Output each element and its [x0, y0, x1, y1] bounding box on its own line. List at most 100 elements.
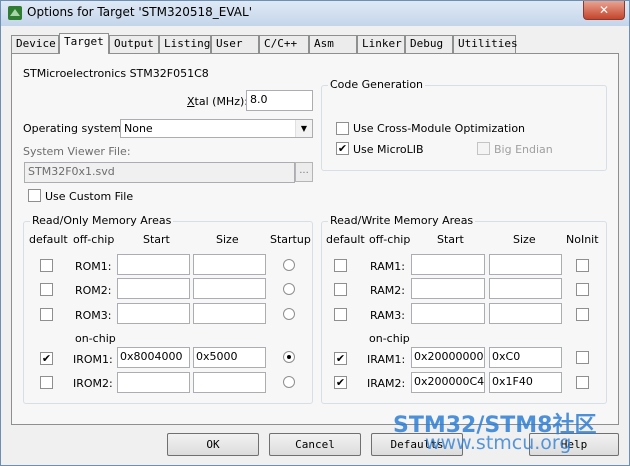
rom3-startup-radio[interactable] — [283, 308, 295, 320]
iram1-default-checkbox[interactable]: ✔ — [334, 352, 347, 365]
ram1-start-input[interactable] — [411, 254, 485, 275]
rom-onchip-label: on-chip — [75, 332, 116, 345]
ram1-noinit-checkbox[interactable] — [576, 259, 589, 272]
browse-button[interactable]: ... — [295, 162, 313, 182]
irom1-label: IROM1: — [73, 353, 113, 366]
tab-user[interactable]: User — [211, 35, 259, 53]
microlib-checkbox[interactable]: ✔ — [336, 142, 349, 155]
iram1-label: IRAM1: — [367, 353, 406, 366]
rom-header-size: Size — [216, 233, 239, 246]
iram1-start-input[interactable]: 0x20000000 — [411, 347, 485, 368]
options-dialog: Options for Target 'STM320518_EVAL' ✕ De… — [0, 0, 630, 466]
rom3-start-input[interactable] — [117, 303, 190, 324]
rom-header-start: Start — [143, 233, 170, 246]
iram2-start-input[interactable]: 0x200000C4 — [411, 372, 485, 393]
ram3-default-checkbox[interactable] — [334, 308, 347, 321]
iram2-default-checkbox[interactable]: ✔ — [334, 376, 347, 389]
svf-input[interactable]: STM32F0x1.svd — [24, 162, 295, 183]
ram-onchip-label: on-chip — [369, 332, 410, 345]
irom1-startup-radio[interactable] — [283, 351, 295, 363]
custom-file-checkbox[interactable] — [28, 189, 41, 202]
window-title: Options for Target 'STM320518_EVAL' — [27, 5, 252, 19]
tab-output[interactable]: Output — [109, 35, 159, 53]
ram-header-noinit: NoInit — [566, 233, 599, 246]
ram1-default-checkbox[interactable] — [334, 259, 347, 272]
iram2-label: IRAM2: — [367, 377, 406, 390]
svf-label: System Viewer File: — [23, 145, 131, 158]
xtal-label: Xtal (MHz): — [187, 95, 248, 108]
rom2-size-input[interactable] — [193, 278, 266, 299]
rom2-default-checkbox[interactable] — [40, 283, 53, 296]
ram3-size-input[interactable] — [489, 303, 562, 324]
rom1-start-input[interactable] — [117, 254, 190, 275]
rom1-label: ROM1: — [75, 260, 112, 273]
ram2-noinit-checkbox[interactable] — [576, 283, 589, 296]
xtal-input[interactable]: 8.0 — [246, 90, 313, 111]
ram2-label: RAM2: — [370, 284, 405, 297]
cross-module-checkbox[interactable] — [336, 122, 349, 135]
tab-asm[interactable]: Asm — [309, 35, 357, 53]
rom-header-startup: Startup — [270, 233, 311, 246]
irom2-default-checkbox[interactable] — [40, 376, 53, 389]
tab-device[interactable]: Device — [11, 35, 59, 53]
os-label: Operating system: — [23, 122, 125, 135]
ram-header-offchip: off-chip — [369, 233, 411, 246]
iram2-noinit-checkbox[interactable] — [576, 376, 589, 389]
rom2-startup-radio[interactable] — [283, 283, 295, 295]
chevron-down-icon[interactable]: ▼ — [295, 120, 312, 137]
rom-group-title: Read/Only Memory Areas — [30, 214, 174, 227]
os-select[interactable]: None ▼ — [120, 119, 313, 138]
rom1-default-checkbox[interactable] — [40, 259, 53, 272]
rom3-size-input[interactable] — [193, 303, 266, 324]
tab-debug[interactable]: Debug — [405, 35, 453, 53]
check-icon: ✔ — [337, 142, 348, 155]
ram3-label: RAM3: — [370, 309, 405, 322]
big-endian-label: Big Endian — [494, 143, 553, 156]
ram-header-default: default — [326, 233, 365, 246]
ram1-label: RAM1: — [370, 260, 405, 273]
os-select-value: None — [124, 122, 153, 135]
code-generation-title: Code Generation — [328, 78, 426, 91]
tab-target[interactable]: Target — [59, 33, 109, 54]
rom2-start-input[interactable] — [117, 278, 190, 299]
ram3-start-input[interactable] — [411, 303, 485, 324]
irom2-startup-radio[interactable] — [283, 376, 295, 388]
ram2-default-checkbox[interactable] — [334, 283, 347, 296]
check-icon: ✔ — [335, 376, 346, 389]
ram2-size-input[interactable] — [489, 278, 562, 299]
tab-listing[interactable]: Listing — [159, 35, 211, 53]
tab-utilities[interactable]: Utilities — [453, 35, 518, 53]
irom1-size-input[interactable]: 0x5000 — [193, 347, 266, 368]
title-bar[interactable]: Options for Target 'STM320518_EVAL' ✕ — [1, 1, 629, 26]
irom1-default-checkbox[interactable]: ✔ — [40, 352, 53, 365]
rom1-size-input[interactable] — [193, 254, 266, 275]
ok-button[interactable]: OK — [167, 433, 259, 456]
microlib-label: Use MicroLIB — [353, 143, 424, 156]
irom2-label: IROM2: — [73, 377, 113, 390]
check-icon: ✔ — [335, 352, 346, 365]
iram1-size-input[interactable]: 0xC0 — [489, 347, 562, 368]
app-icon — [8, 6, 22, 20]
rom-header-default: default — [29, 233, 68, 246]
rom2-label: ROM2: — [75, 284, 112, 297]
device-name: STMicroelectronics STM32F051C8 — [23, 67, 209, 80]
irom2-size-input[interactable] — [193, 372, 266, 393]
tab-linker[interactable]: Linker — [357, 35, 405, 53]
big-endian-checkbox[interactable] — [477, 142, 490, 155]
irom2-start-input[interactable] — [117, 372, 190, 393]
custom-file-label: Use Custom File — [45, 190, 134, 203]
close-button[interactable]: ✕ — [583, 1, 625, 20]
iram2-size-input[interactable]: 0x1F40 — [489, 372, 562, 393]
ram1-size-input[interactable] — [489, 254, 562, 275]
rom1-startup-radio[interactable] — [283, 259, 295, 271]
irom1-start-input[interactable]: 0x8004000 — [117, 347, 190, 368]
rom3-default-checkbox[interactable] — [40, 308, 53, 321]
tab-c-cpp[interactable]: C/C++ — [259, 35, 309, 53]
iram1-noinit-checkbox[interactable] — [576, 351, 589, 364]
check-icon: ✔ — [41, 352, 52, 365]
cancel-button[interactable]: Cancel — [269, 433, 361, 456]
ram-group-title: Read/Write Memory Areas — [328, 214, 476, 227]
ram-header-start: Start — [437, 233, 464, 246]
ram3-noinit-checkbox[interactable] — [576, 308, 589, 321]
ram2-start-input[interactable] — [411, 278, 485, 299]
